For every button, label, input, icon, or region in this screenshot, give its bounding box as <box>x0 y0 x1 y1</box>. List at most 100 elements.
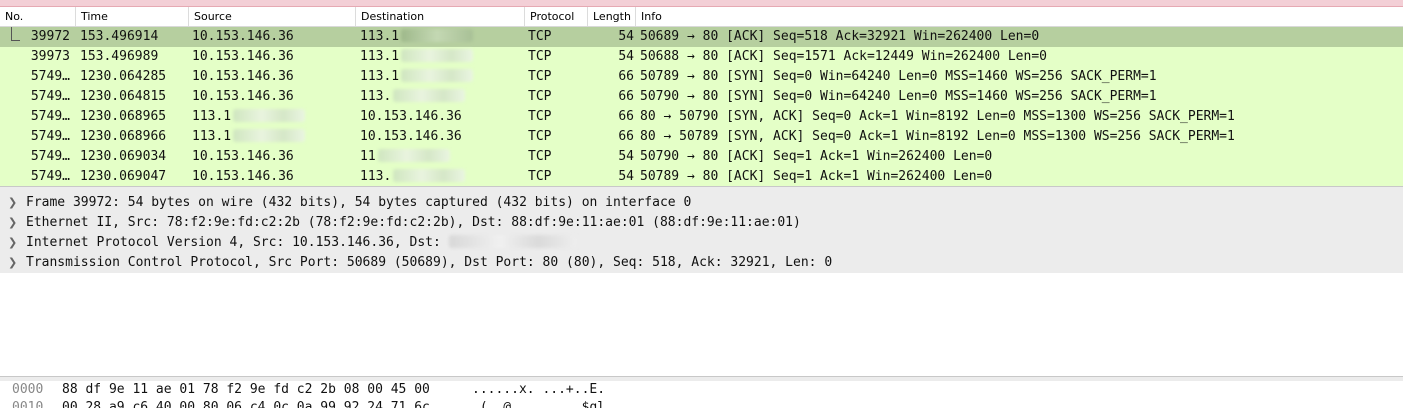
packet-time: 153.496914 <box>80 29 159 44</box>
window-top-bar <box>0 0 1403 7</box>
packet-protocol: TCP <box>528 29 552 44</box>
packet-no: 39972 <box>30 29 70 44</box>
packet-destination: 113.1 <box>360 29 400 44</box>
packet-bytes-pane[interactable]: 0000 88 df 9e 11 ae 01 78 f2 9e fd c2 2b… <box>0 381 1403 408</box>
packet-destination: 113.1 <box>360 69 400 84</box>
packet-row[interactable]: 39972 153.496914 10.153.146.36 113.1 TCP… <box>0 27 1403 47</box>
packet-destination-wrap: 113. <box>360 87 466 107</box>
packet-info: 80 → 50790 [SYN, ACK] Seq=0 Ack=1 Win=81… <box>640 109 1235 124</box>
packet-length: 66 <box>618 109 634 124</box>
packet-destination-wrap: 11 <box>360 147 450 167</box>
packet-source: 10.153.146.36 <box>192 169 294 184</box>
packet-no: 39973 <box>30 49 70 64</box>
detail-text: Ethernet II, Src: 78:f2:9e:fd:c2:2b (78:… <box>26 215 801 230</box>
packet-length: 54 <box>618 169 634 184</box>
chevron-right-icon[interactable]: ❯ <box>8 213 17 233</box>
packet-no: 5749… <box>30 109 70 124</box>
packet-source: 10.153.146.36 <box>192 29 294 44</box>
redaction-blur <box>401 49 474 62</box>
detail-row-tcp[interactable]: ❯ Transmission Control Protocol, Src Por… <box>0 253 1403 273</box>
packet-source-wrap: 113.1 <box>192 127 306 147</box>
packet-source: 10.153.146.36 <box>192 89 294 104</box>
packet-time: 1230.068966 <box>80 129 167 144</box>
packet-protocol: TCP <box>528 169 552 184</box>
column-header-protocol[interactable]: Protocol <box>525 7 588 26</box>
packet-list-pane[interactable]: No. Time Source Destination Protocol Len… <box>0 7 1403 187</box>
packet-destination-wrap: 113. <box>360 167 466 187</box>
packet-time: 153.496989 <box>80 49 159 64</box>
chevron-right-icon[interactable]: ❯ <box>8 233 17 253</box>
packet-row[interactable]: 5749… 1230.068965 113.1 10.153.146.36 TC… <box>0 107 1403 127</box>
packet-info: 80 → 50789 [SYN, ACK] Seq=0 Ack=1 Win=81… <box>640 129 1235 144</box>
packet-source: 10.153.146.36 <box>192 49 294 64</box>
packet-source: 10.153.146.36 <box>192 69 294 84</box>
packet-destination-wrap: 113.1 <box>360 67 474 87</box>
packet-info: 50790 → 80 [ACK] Seq=1 Ack=1 Win=262400 … <box>640 149 993 164</box>
packet-destination: 113. <box>360 169 392 184</box>
packet-info: 50688 → 80 [ACK] Seq=1571 Ack=12449 Win=… <box>640 49 1047 64</box>
chevron-right-icon[interactable]: ❯ <box>8 253 17 273</box>
packet-info: 50689 → 80 [ACK] Seq=518 Ack=32921 Win=2… <box>640 29 1040 44</box>
packet-list-header: No. Time Source Destination Protocol Len… <box>0 7 1403 27</box>
redaction-blur <box>401 29 474 42</box>
packet-length: 66 <box>618 89 634 104</box>
column-header-time[interactable]: Time <box>76 7 189 26</box>
bytes-ascii: .(..@... .....$ql <box>472 400 606 408</box>
redaction-blur <box>233 109 306 122</box>
packet-time: 1230.069047 <box>80 169 167 184</box>
packet-destination-wrap: 113.1 <box>360 47 474 67</box>
redaction-blur <box>448 235 577 248</box>
packet-source: 113.1 <box>192 109 232 124</box>
column-header-length[interactable]: Length <box>588 7 636 26</box>
packet-length: 66 <box>618 129 634 144</box>
packet-protocol: TCP <box>528 149 552 164</box>
bytes-hex: 88 df 9e 11 ae 01 78 f2 9e fd c2 2b 08 0… <box>62 382 430 397</box>
packet-destination: 11 <box>360 149 376 164</box>
packet-row[interactable]: 5749… 1230.068966 113.1 10.153.146.36 TC… <box>0 127 1403 147</box>
packet-row[interactable]: 5749… 1230.069047 10.153.146.36 113. TCP… <box>0 167 1403 187</box>
packet-row[interactable]: 5749… 1230.064285 10.153.146.36 113.1 TC… <box>0 67 1403 87</box>
detail-row-ethernet[interactable]: ❯ Ethernet II, Src: 78:f2:9e:fd:c2:2b (7… <box>0 213 1403 233</box>
packet-time: 1230.069034 <box>80 149 167 164</box>
redaction-blur <box>401 69 474 82</box>
packet-protocol: TCP <box>528 129 552 144</box>
bytes-hex: 00 28 a9 c6 40 00 80 06 c4 0c 0a 99 92 2… <box>62 400 430 408</box>
packet-info: 50789 → 80 [SYN] Seq=0 Win=64240 Len=0 M… <box>640 69 1157 84</box>
packet-protocol: TCP <box>528 49 552 64</box>
packet-destination: 113.1 <box>360 49 400 64</box>
column-header-destination[interactable]: Destination <box>356 7 525 26</box>
packet-destination: 10.153.146.36 <box>360 109 462 124</box>
packet-row[interactable]: 5749… 1230.069034 10.153.146.36 11 TCP 5… <box>0 147 1403 167</box>
packet-row[interactable]: 5749… 1230.064815 10.153.146.36 113. TCP… <box>0 87 1403 107</box>
packet-details-pane[interactable]: ❯ Frame 39972: 54 bytes on wire (432 bit… <box>0 193 1403 376</box>
redaction-blur <box>233 129 306 142</box>
packet-source-wrap: 113.1 <box>192 107 306 127</box>
packet-protocol: TCP <box>528 69 552 84</box>
detail-text-wrap: Internet Protocol Version 4, Src: 10.153… <box>26 233 577 253</box>
bytes-ascii: ......x. ...+..E. <box>472 382 606 397</box>
packet-destination: 10.153.146.36 <box>360 129 462 144</box>
packet-length: 54 <box>618 49 634 64</box>
chevron-right-icon[interactable]: ❯ <box>8 193 17 213</box>
packet-destination-wrap: 113.1 <box>360 27 474 47</box>
detail-row-frame[interactable]: ❯ Frame 39972: 54 bytes on wire (432 bit… <box>0 193 1403 213</box>
bytes-row[interactable]: 0010 00 28 a9 c6 40 00 80 06 c4 0c 0a 99… <box>0 399 1403 408</box>
detail-row-ip[interactable]: ❯ Internet Protocol Version 4, Src: 10.1… <box>0 233 1403 253</box>
packet-source: 113.1 <box>192 129 232 144</box>
column-header-source[interactable]: Source <box>189 7 356 26</box>
packet-info: 50790 → 80 [SYN] Seq=0 Win=64240 Len=0 M… <box>640 89 1157 104</box>
packet-protocol: TCP <box>528 89 552 104</box>
bytes-offset: 0000 <box>12 382 44 397</box>
bytes-offset: 0010 <box>12 400 44 408</box>
packet-protocol: TCP <box>528 109 552 124</box>
redaction-blur <box>393 169 466 182</box>
column-header-no[interactable]: No. <box>0 7 76 26</box>
packet-length: 54 <box>618 149 634 164</box>
packet-no: 5749… <box>30 129 70 144</box>
bytes-row[interactable]: 0000 88 df 9e 11 ae 01 78 f2 9e fd c2 2b… <box>0 381 1403 399</box>
detail-text: Frame 39972: 54 bytes on wire (432 bits)… <box>26 195 692 210</box>
packet-row[interactable]: 39973 153.496989 10.153.146.36 113.1 TCP… <box>0 47 1403 67</box>
column-header-info[interactable]: Info <box>636 7 1403 26</box>
packet-length: 54 <box>618 29 634 44</box>
packet-no: 5749… <box>30 149 70 164</box>
